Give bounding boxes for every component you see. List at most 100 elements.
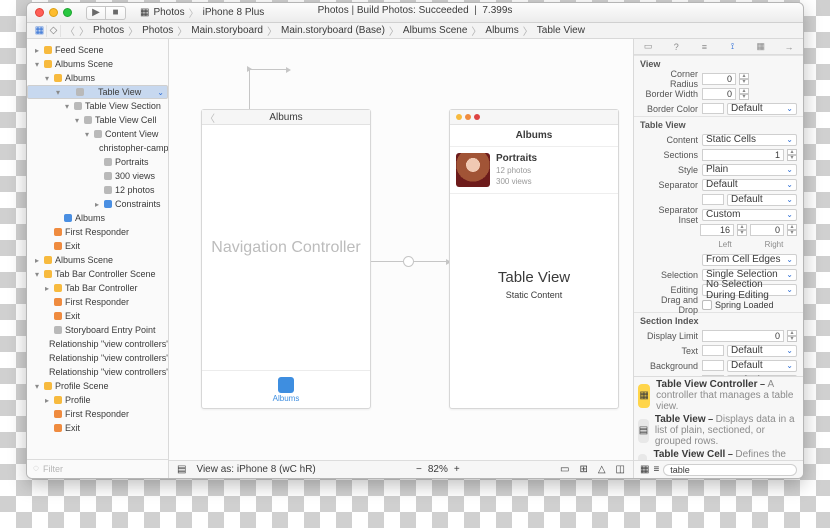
separator-select[interactable]: Default [702,179,797,191]
imgview[interactable]: christopher-campb… [27,141,168,155]
zoom-in-button[interactable]: + [454,464,460,475]
list-icon[interactable]: ≡ [653,464,659,475]
scene-albums2[interactable]: ▸Albums Scene [27,253,168,267]
project-nav-icon[interactable]: ▦ [33,25,47,37]
color-swatch[interactable] [702,345,724,356]
navitem-albums[interactable]: Albums [27,211,168,225]
stepper[interactable]: ▴▾ [739,73,749,85]
exit[interactable]: Exit [27,309,168,323]
content-select[interactable]: Static Cells [702,134,797,146]
zoom-out-button[interactable]: − [416,464,422,475]
library-filter-input[interactable] [663,464,797,476]
style-select[interactable]: Plain [702,164,797,176]
inset-from-select[interactable]: From Cell Edges [702,254,797,266]
ib-canvas[interactable]: 〈Albums Navigation Controller Albums Alb… [169,39,633,478]
scene-feed[interactable]: ▸Feed Scene [27,43,168,57]
border-color-select[interactable]: Default [727,103,797,115]
tv-section[interactable]: ▾Table View Section [27,99,168,113]
inset-right-field[interactable]: 0 [750,224,784,236]
close-icon[interactable] [35,8,44,17]
segue[interactable]: Relationship "view controllers" to "F… [27,337,168,351]
attributes-tab-icon[interactable]: ⟟ [719,39,747,54]
zoom-value[interactable]: 82% [428,464,448,475]
back-button[interactable]: 〈 [65,23,75,38]
segue[interactable]: Relationship "view controllers" to "P… [27,351,168,365]
scene-tabbar[interactable]: ▾Tab Bar Controller Scene [27,267,168,281]
lib-item[interactable]: ▤Table View – Displays data in a list of… [638,414,799,447]
minimize-icon[interactable] [49,8,58,17]
segue-icon[interactable] [403,256,414,267]
exit[interactable]: Exit [27,421,168,435]
inset-left-field[interactable]: 16 [700,224,734,236]
resolve-icon[interactable]: △ [598,464,606,475]
outline-tree[interactable]: ▸Feed Scene ▾Albums Scene ▾Albums ▾Table… [27,43,168,435]
symbol-nav-icon[interactable]: ◇ [47,25,61,37]
exit[interactable]: Exit [27,239,168,253]
tabbar-ctrl[interactable]: ▸Tab Bar Controller [27,281,168,295]
navigator-tabs[interactable]: ▦ ◇ [33,25,61,37]
tv-cell[interactable]: ▾Table View Cell [27,113,168,127]
border-width-field[interactable]: 0 [702,88,736,100]
zoom-icon[interactable] [63,8,72,17]
pin-icon[interactable]: ⊞ [579,464,587,475]
color-swatch[interactable] [702,360,724,371]
stepper[interactable]: ▴▾ [787,149,797,161]
vc-profile[interactable]: ▸Profile [27,393,168,407]
first-responder[interactable]: First Responder [27,295,168,309]
text-color-select[interactable]: Default [727,345,797,357]
label-portraits[interactable]: Portraits [27,155,168,169]
crumb[interactable]: Main.storyboard [191,25,263,36]
crumb[interactable]: Albums Scene [403,25,467,36]
table-view-scene[interactable]: Albums Portraits 12 photos 300 views Tab… [449,109,619,409]
crumb[interactable]: Photos [142,25,173,36]
filter-input[interactable] [43,464,163,474]
stop-button[interactable]: ■ [106,6,126,20]
sections-field[interactable]: 1 [702,149,784,161]
crumb[interactable]: Photos [93,25,124,36]
first-responder[interactable]: First Responder [27,225,168,239]
crumb[interactable]: Albums [485,25,518,36]
embed-icon[interactable]: ◫ [616,464,625,475]
filter-icon[interactable]: ◌ [33,463,39,474]
content-view[interactable]: ▾Content View [27,127,168,141]
grid-icon[interactable]: ▦ [640,464,649,475]
outline-toggle-icon[interactable]: ▤ [177,464,186,475]
scheme-selector[interactable]: ▦ Photos 〉 iPhone 8 Plus [140,5,264,20]
corner-radius-field[interactable]: 0 [702,73,736,85]
file-tab-icon[interactable]: ▭ [634,39,662,54]
lib-item[interactable]: ▦Table View Controller – A controller th… [638,379,799,412]
segue[interactable]: Relationship "view controllers" to "A… [27,365,168,379]
separator-color-select[interactable]: Default [727,194,797,206]
connections-tab-icon[interactable]: → [775,39,803,54]
color-swatch[interactable] [702,194,724,205]
crumb[interactable]: Main.storyboard (Base) [281,25,385,36]
crumb[interactable]: Table View [537,25,585,36]
align-icon[interactable]: ▭ [560,464,569,475]
vc-albums[interactable]: ▾Albums [27,71,168,85]
bg-color-select[interactable]: Default [727,360,797,372]
scene-profile[interactable]: ▾Profile Scene [27,379,168,393]
entry-point[interactable]: Storyboard Entry Point [27,323,168,337]
view-as[interactable]: View as: iPhone 8 (wC hR) [196,464,315,475]
first-responder[interactable]: First Responder [27,407,168,421]
label-views[interactable]: 300 views [27,169,168,183]
fwd-button[interactable]: 〉 [79,23,89,38]
scene-albums[interactable]: ▾Albums Scene [27,57,168,71]
display-limit-field[interactable]: 0 [702,330,784,342]
inset-select[interactable]: Custom [702,209,797,221]
run-button[interactable]: ▶ [86,6,106,20]
help-tab-icon[interactable]: ? [662,39,690,54]
table-view[interactable]: ▾Table View [27,85,168,99]
inspector-tabs[interactable]: ▭ ? ≡ ⟟ ▦ → [634,39,803,55]
label-photos[interactable]: 12 photos [27,183,168,197]
identity-tab-icon[interactable]: ≡ [690,39,718,54]
table-cell[interactable]: Portraits 12 photos 300 views [450,147,618,194]
stepper[interactable]: ▴▾ [739,88,749,100]
constraints[interactable]: ▸Constraints [27,197,168,211]
lib-item[interactable]: ▭Table View Cell – Defines the attribute… [638,449,799,460]
nav-controller-scene[interactable]: 〈Albums Navigation Controller Albums [201,109,371,409]
editing-select[interactable]: No Selection During Editing [702,284,797,296]
color-swatch[interactable] [702,103,724,114]
size-tab-icon[interactable]: ▦ [747,39,775,54]
spring-loaded-check[interactable] [702,300,712,310]
